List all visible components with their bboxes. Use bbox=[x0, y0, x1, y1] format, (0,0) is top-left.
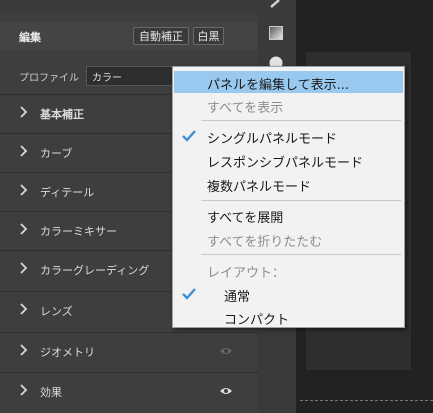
menu-item-multi-panel-mode[interactable]: 複数パネルモード bbox=[174, 173, 403, 195]
menu-item-label: コンパクト bbox=[224, 313, 290, 328]
eye-icon[interactable] bbox=[219, 386, 233, 396]
section-label: カラーミキサー bbox=[40, 225, 117, 238]
checkmark-icon bbox=[182, 288, 196, 300]
menu-separator bbox=[201, 254, 401, 255]
section-label: ディテール bbox=[40, 186, 95, 199]
chevron-right-icon bbox=[20, 184, 28, 196]
section-label: 効果 bbox=[40, 386, 62, 399]
chevron-right-icon bbox=[20, 262, 28, 274]
edit-panel-header: 編集 自動補正 白黒 bbox=[0, 22, 258, 50]
menu-item-label: パネルを編集して表示... bbox=[207, 78, 350, 93]
checkmark-icon bbox=[182, 130, 196, 142]
menu-item-label: レイアウト： bbox=[207, 266, 286, 281]
section-label: カーブ bbox=[40, 147, 73, 160]
menu-item-collapse-all: すべてを折りたたむ bbox=[174, 228, 403, 250]
section-effects[interactable]: 効果 bbox=[0, 372, 258, 410]
menu-item-single-panel-mode[interactable]: シングルパネルモード bbox=[174, 125, 403, 147]
menu-item-responsive-panel-mode[interactable]: レスポンシブパネルモード bbox=[174, 149, 403, 171]
chevron-right-icon bbox=[20, 223, 28, 235]
linear-gradient-icon[interactable] bbox=[269, 26, 283, 40]
canvas-edge-line bbox=[300, 400, 433, 401]
edit-panel-title: 編集 bbox=[19, 31, 41, 44]
section-label: カラーグレーディング bbox=[40, 264, 150, 277]
auto-correct-button[interactable]: 自動補正 bbox=[133, 27, 189, 45]
panel-top-strip bbox=[0, 0, 258, 12]
menu-item-label: すべてを展開 bbox=[207, 211, 284, 226]
menu-item-label: シングルパネルモード bbox=[207, 132, 338, 147]
menu-item-layout-normal[interactable]: 通常 bbox=[174, 283, 403, 305]
menu-item-label: 複数パネルモード bbox=[207, 180, 312, 195]
chevron-right-icon bbox=[20, 303, 28, 315]
black-white-button[interactable]: 白黒 bbox=[193, 27, 224, 45]
menu-separator bbox=[201, 200, 401, 201]
menu-item-expand-all[interactable]: すべてを展開 bbox=[174, 204, 403, 226]
menu-item-label: 通常 bbox=[224, 290, 251, 305]
menu-item-layout-compact[interactable]: コンパクト bbox=[174, 306, 403, 328]
profile-dropdown[interactable]: カラー bbox=[86, 66, 176, 86]
profile-value: カラー bbox=[92, 73, 122, 84]
menu-separator bbox=[201, 120, 401, 121]
panel-options-menu: パネルを編集して表示... すべてを表示 シングルパネルモード レスポンシブパネ… bbox=[172, 66, 405, 328]
section-label: 基本補正 bbox=[40, 108, 84, 121]
eye-icon[interactable] bbox=[219, 346, 233, 356]
menu-item-label: すべてを表示 bbox=[207, 101, 284, 116]
section-geometry[interactable]: ジオメトリ bbox=[0, 332, 258, 370]
section-label: ジオメトリ bbox=[40, 346, 95, 359]
menu-item-edit-panels[interactable]: パネルを編集して表示... bbox=[174, 71, 403, 93]
menu-item-show-all: すべてを表示 bbox=[174, 94, 403, 116]
section-label: レンズ bbox=[40, 305, 73, 318]
menu-item-label: すべてを折りたたむ bbox=[207, 235, 323, 250]
chevron-right-icon bbox=[20, 344, 28, 356]
chevron-right-icon bbox=[20, 384, 28, 396]
profile-label: プロファイル bbox=[19, 73, 79, 84]
chevron-right-icon bbox=[20, 106, 28, 118]
menu-item-label: レスポンシブパネルモード bbox=[207, 156, 364, 171]
menu-layout-heading: レイアウト： bbox=[174, 259, 403, 281]
brush-icon[interactable] bbox=[269, 0, 281, 8]
chevron-right-icon bbox=[20, 145, 28, 157]
